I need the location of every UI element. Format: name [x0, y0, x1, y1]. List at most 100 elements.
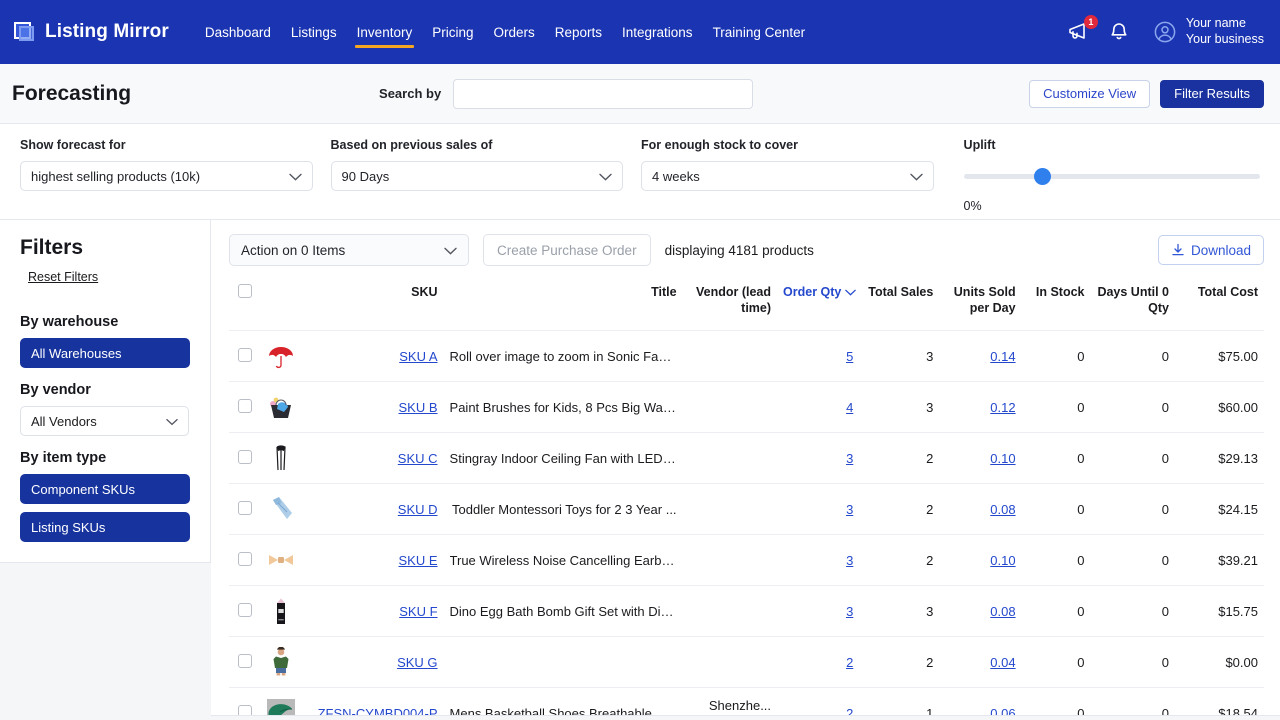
filter-listing-skus[interactable]: Listing SKUs — [20, 512, 190, 542]
header-total-cost[interactable]: Total Cost — [1175, 280, 1264, 331]
row-checkbox[interactable] — [237, 347, 252, 362]
show-forecast-for-value: highest selling products (10k) — [31, 168, 201, 184]
uplift-slider-thumb[interactable] — [1033, 167, 1051, 185]
header-total-sales[interactable]: Total Sales — [859, 280, 939, 331]
sku-link[interactable]: SKU C — [398, 451, 438, 466]
row-checkbox[interactable] — [237, 653, 252, 668]
row-select-cell — [229, 483, 258, 535]
table-row[interactable]: ZFSN-CYMBD004-P Mens Basketball Shoes Br… — [229, 687, 1264, 716]
row-image-cell — [257, 381, 305, 433]
bell-icon — [1111, 23, 1127, 40]
show-forecast-for-select[interactable]: highest selling products (10k) — [20, 161, 313, 191]
order-qty-link[interactable]: 3 — [846, 604, 853, 619]
header-units-sold-per-day[interactable]: Units Sold per Day — [939, 280, 1021, 331]
row-order-qty-cell: 3 — [777, 534, 860, 586]
order-qty-link[interactable]: 3 — [846, 553, 853, 568]
header-sku[interactable]: SKU — [305, 280, 444, 331]
row-units-sold-cell: 0.10 — [939, 432, 1022, 484]
order-qty-link[interactable]: 3 — [846, 451, 853, 466]
row-title-cell: Toddler Montessori Toys for 2 3 Year ... — [443, 483, 683, 535]
sku-link[interactable]: ZFSN-CYMBD004-P — [318, 706, 438, 716]
nav-item-dashboard[interactable]: Dashboard — [195, 5, 281, 60]
create-purchase-order-button[interactable]: Create Purchase Order — [483, 234, 651, 266]
table-row[interactable]: SKU B Paint Brushes for Kids, 8 Pcs Big … — [229, 381, 1264, 433]
sku-link[interactable]: SKU D — [398, 502, 438, 517]
sku-link[interactable]: SKU F — [399, 604, 437, 619]
row-image-cell — [257, 330, 305, 382]
header-vendor[interactable]: Vendor (lead time) — [683, 280, 777, 331]
row-order-qty-cell: 3 — [777, 483, 860, 535]
order-qty-link[interactable]: 2 — [846, 706, 853, 716]
sku-link[interactable]: SKU B — [399, 400, 438, 415]
row-checkbox[interactable] — [237, 704, 252, 715]
units-sold-link[interactable]: 0.10 — [990, 451, 1015, 466]
filter-all-warehouses[interactable]: All Warehouses — [20, 338, 190, 368]
table-row[interactable]: SKU G 2 2 0.04 0 0 $0.00 — [229, 636, 1264, 688]
filter-component-skus[interactable]: Component SKUs — [20, 474, 190, 504]
nav-item-orders[interactable]: Orders — [483, 5, 544, 60]
filter-results-button[interactable]: Filter Results — [1160, 79, 1264, 108]
stock-cover-select[interactable]: 4 weeks — [641, 161, 934, 191]
row-in-stock-cell: 0 — [1021, 636, 1091, 688]
header-order-qty[interactable]: Order Qty — [777, 280, 859, 331]
sku-link[interactable]: SKU G — [397, 655, 437, 670]
reset-filters-link[interactable]: Reset Filters — [28, 270, 98, 284]
customize-view-button[interactable]: Customize View — [1029, 79, 1151, 108]
units-sold-link[interactable]: 0.14 — [990, 349, 1015, 364]
stock-cover-control: For enough stock to cover 4 weeks — [641, 138, 934, 191]
nav-item-pricing[interactable]: Pricing — [422, 5, 483, 60]
row-in-stock-cell: 0 — [1021, 585, 1091, 637]
uplift-slider-track[interactable] — [963, 173, 1261, 179]
row-checkbox[interactable] — [237, 602, 252, 617]
order-qty-link[interactable]: 5 — [846, 349, 853, 364]
table-row[interactable]: SKU E True Wireless Noise Cancelling Ear… — [229, 534, 1264, 586]
table-row[interactable]: SKU A Roll over image to zoom in Sonic F… — [229, 330, 1264, 382]
select-all-checkbox[interactable] — [237, 284, 252, 298]
units-sold-link[interactable]: 0.08 — [990, 604, 1015, 619]
units-sold-link[interactable]: 0.04 — [990, 655, 1015, 670]
notifications-button[interactable] — [1109, 21, 1129, 43]
search-input[interactable] — [453, 78, 754, 109]
download-icon — [1172, 243, 1184, 256]
order-qty-link[interactable]: 4 — [846, 400, 853, 415]
announcements-button[interactable]: 1 — [1067, 15, 1098, 43]
table-row[interactable]: SKU D Toddler Montessori Toys for 2 3 Ye… — [229, 483, 1264, 535]
based-on-previous-sales-select[interactable]: 90 Days — [330, 161, 624, 191]
nav-item-integrations[interactable]: Integrations — [612, 5, 703, 60]
units-sold-link[interactable]: 0.06 — [990, 706, 1015, 716]
brand-logo-link[interactable]: Listing Mirror — [14, 21, 169, 43]
row-units-sold-cell: 0.06 — [939, 687, 1022, 716]
sku-link[interactable]: SKU A — [399, 349, 437, 364]
row-units-sold-cell: 0.12 — [939, 381, 1022, 433]
units-sold-link[interactable]: 0.08 — [990, 502, 1015, 517]
units-sold-link[interactable]: 0.12 — [990, 400, 1015, 415]
vendor-select-value: All Vendors — [31, 413, 97, 429]
table-row[interactable]: SKU F Dino Egg Bath Bomb Gift Set with D… — [229, 585, 1264, 637]
header-in-stock[interactable]: In Stock — [1022, 280, 1091, 331]
download-button[interactable]: Download — [1157, 235, 1264, 265]
units-sold-link[interactable]: 0.10 — [990, 553, 1015, 568]
row-checkbox[interactable] — [237, 500, 252, 515]
row-checkbox[interactable] — [237, 398, 252, 413]
nav-item-listings[interactable]: Listings — [281, 5, 347, 60]
header-title[interactable]: Title — [444, 280, 683, 331]
order-qty-link[interactable]: 2 — [846, 655, 853, 670]
nav-item-reports[interactable]: Reports — [545, 5, 612, 60]
table-row[interactable]: SKU C Stingray Indoor Ceiling Fan with L… — [229, 432, 1264, 484]
row-units-sold-cell: 0.08 — [939, 483, 1022, 535]
uplift-slider[interactable] — [963, 161, 1261, 191]
row-checkbox[interactable] — [237, 449, 252, 464]
row-order-qty-cell: 2 — [777, 687, 860, 716]
order-qty-link[interactable]: 3 — [846, 502, 853, 517]
row-total-cost-cell: $39.21 — [1175, 534, 1264, 586]
row-image-cell — [257, 483, 305, 535]
nav-item-training-center[interactable]: Training Center — [703, 5, 816, 60]
nav-item-inventory[interactable]: Inventory — [347, 5, 423, 60]
row-checkbox[interactable] — [237, 551, 252, 566]
header-days-until-0-qty[interactable]: Days Until 0 Qty — [1091, 280, 1175, 331]
user-menu[interactable]: Your name Your business — [1153, 16, 1264, 47]
vendor-select[interactable]: All Vendors — [20, 406, 189, 436]
bulk-action-select[interactable]: Action on 0 Items — [229, 234, 469, 266]
sku-link[interactable]: SKU E — [399, 553, 438, 568]
show-forecast-for-control: Show forecast for highest selling produc… — [20, 138, 313, 191]
